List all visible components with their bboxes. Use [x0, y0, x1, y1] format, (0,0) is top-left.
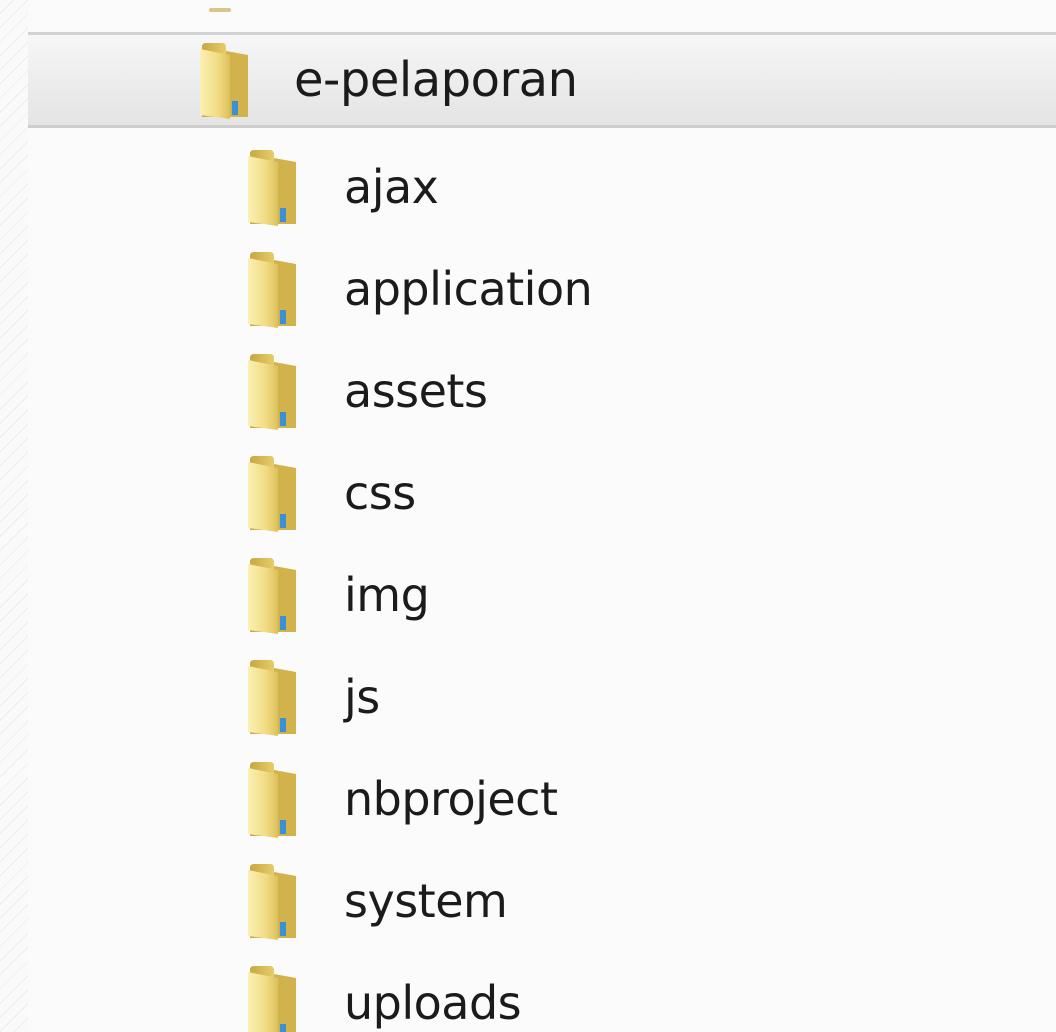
tree-item-label: assets	[344, 364, 488, 418]
tree-item-e-pelaporan[interactable]: e-pelaporan	[196, 34, 578, 126]
folder-icon	[248, 864, 296, 940]
tree-item-system[interactable]: system	[244, 850, 508, 952]
tree-item-label: application	[344, 262, 593, 316]
folder-icon	[248, 456, 296, 532]
folder-icon	[248, 660, 296, 736]
tree-item-label: img	[344, 568, 430, 622]
folder-icon	[248, 252, 296, 328]
folder-icon	[248, 966, 296, 1032]
folder-icon	[248, 354, 296, 430]
folder-icon	[248, 558, 296, 634]
explorer-navigation-pane: e-pelaporan ajax application assets css …	[0, 0, 1056, 1032]
tree-item-nbproject[interactable]: nbproject	[244, 748, 558, 850]
tree-item-label: ajax	[344, 160, 439, 214]
tree-item-label: css	[344, 466, 416, 520]
tree-item-js[interactable]: js	[244, 646, 380, 748]
tree-item-uploads[interactable]: uploads	[244, 952, 522, 1032]
tree-item-application[interactable]: application	[244, 238, 593, 340]
parent-folder-item-partial[interactable]	[205, 0, 235, 14]
tree-item-label: nbproject	[344, 772, 558, 826]
tree-item-ajax[interactable]: ajax	[244, 136, 439, 238]
tree-item-css[interactable]: css	[244, 442, 416, 544]
tree-item-img[interactable]: img	[244, 544, 430, 646]
tree-item-label: e-pelaporan	[294, 52, 578, 108]
tree-item-label: system	[344, 874, 508, 928]
tree-item-assets[interactable]: assets	[244, 340, 488, 442]
folder-icon	[248, 150, 296, 226]
tree-item-label: uploads	[344, 976, 522, 1030]
folder-icon	[200, 43, 248, 119]
tree-item-label: js	[344, 670, 380, 724]
folder-icon	[248, 762, 296, 838]
folder-icon	[209, 8, 231, 12]
folder-tree-pane[interactable]	[28, 0, 1056, 1032]
